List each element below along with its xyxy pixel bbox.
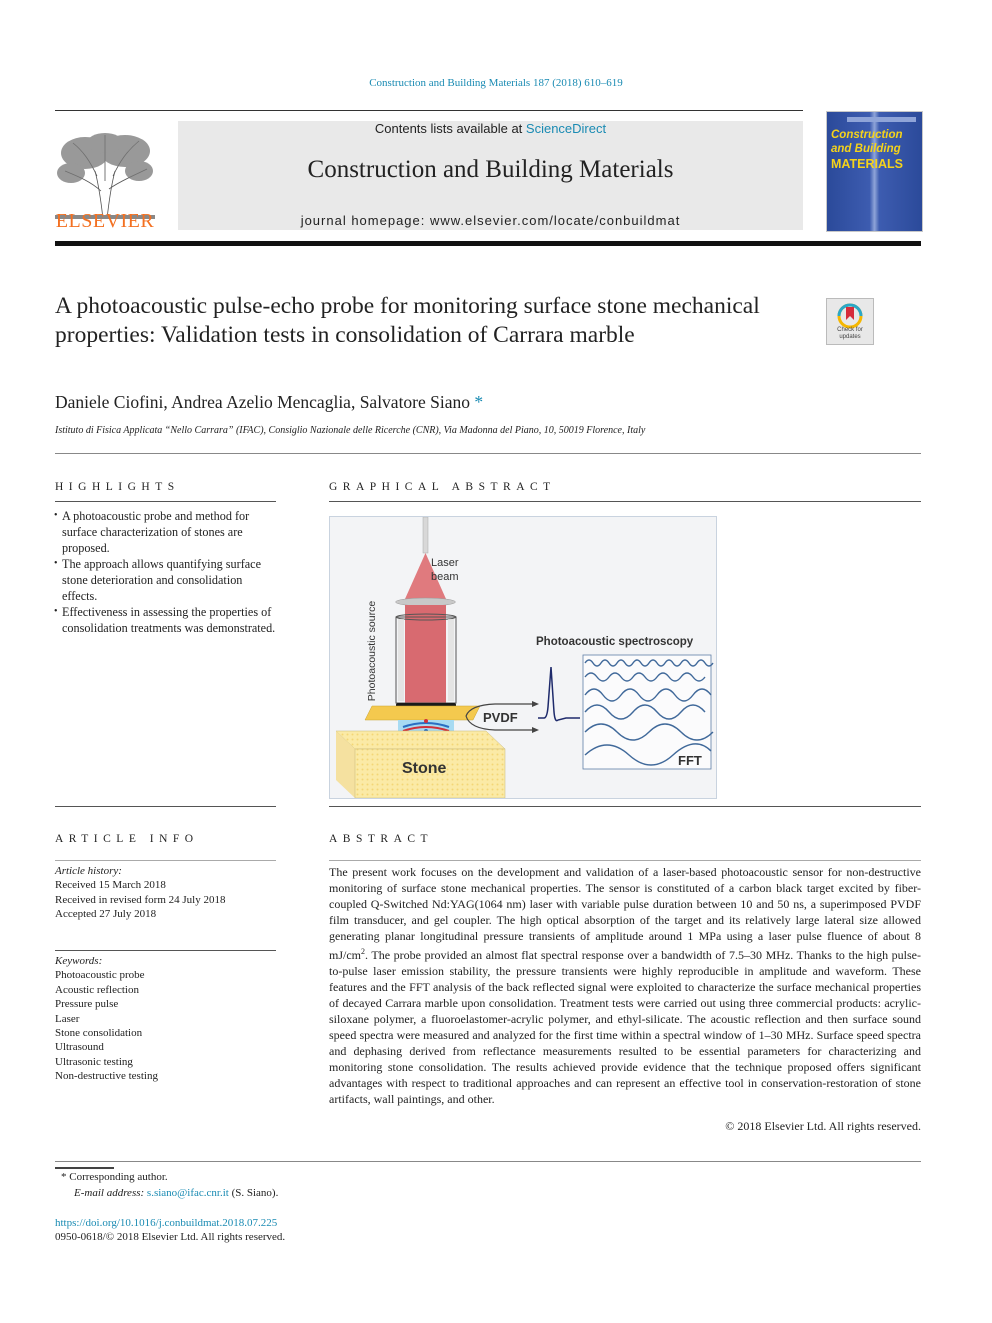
- graphical-abstract-rule: [329, 501, 921, 502]
- laser-beam-label: Laser beam: [431, 556, 459, 584]
- history-received: Received 15 March 2018: [55, 879, 166, 892]
- issn-copyright: 0950-0618/© 2018 Elsevier Ltd. All right…: [55, 1231, 286, 1243]
- photoacoustic-source-label: Photoacoustic source: [366, 600, 378, 702]
- article-info-heading: ARTICLE INFO: [55, 833, 199, 845]
- pvdf-film: [364, 705, 481, 721]
- keyword-item: Non-destructive testing: [55, 1070, 158, 1083]
- keyword-item: Ultrasonic testing: [55, 1055, 133, 1068]
- highlight-item: Effectiveness in assessing the propertie…: [54, 604, 280, 636]
- crossmark-label-line1: Check for: [837, 327, 863, 333]
- keyword-item: Ultrasound: [55, 1041, 104, 1054]
- keyword-item: Stone consolidation: [55, 1027, 143, 1040]
- cover-bar: [847, 117, 916, 122]
- article-history-label: Article history:: [55, 865, 122, 877]
- email-label: E-mail address:: [74, 1187, 145, 1199]
- photoacoustic-spectroscopy-label: Photoacoustic spectroscopy: [536, 636, 694, 648]
- keywords-label: Keywords:: [55, 955, 103, 967]
- authors: Daniele Ciofini, Andrea Azelio Mencaglia…: [55, 392, 483, 413]
- journal-cover-image: Construction and Building MATERIALS: [826, 111, 923, 232]
- laser-beam-label-line1: Laser: [431, 557, 459, 569]
- history-accepted: Accepted 27 July 2018: [55, 908, 157, 921]
- highlights-rule: [55, 501, 276, 502]
- footnote-text: Corresponding author.: [69, 1171, 168, 1183]
- history-revised: Received in revised form 24 July 2018: [55, 893, 226, 906]
- keywords-rule: [55, 950, 276, 951]
- footer-rule: [55, 1161, 921, 1162]
- cover-title-line1: Construction: [831, 129, 903, 141]
- abstract-body: The present work focuses on the developm…: [329, 864, 921, 1107]
- affiliation-rule: [55, 453, 921, 454]
- echo-pulse-waveform: [538, 666, 580, 722]
- spectrum-panel: [582, 654, 712, 770]
- keyword-item: Pressure pulse: [55, 998, 119, 1011]
- highlight-item: A photoacoustic probe and method for sur…: [54, 508, 280, 556]
- stone-top: [335, 730, 506, 750]
- cover-title-line3: MATERIALS: [831, 157, 903, 171]
- graphical-abstract-figure: Laser beam Photoacoustic source PVDF Sto…: [329, 516, 717, 799]
- corresponding-author-note: * Corresponding author.: [61, 1171, 168, 1183]
- footnote-mark: *: [61, 1171, 67, 1183]
- pvdf-label: PVDF: [483, 710, 518, 725]
- graphical-abstract-diagram: [335, 517, 714, 798]
- keyword-item: Photoacoustic probe: [55, 969, 145, 982]
- author-names: Daniele Ciofini, Andrea Azelio Mencaglia…: [55, 392, 471, 412]
- article-info-rule: [55, 860, 276, 861]
- check-for-updates-button[interactable]: Check for updates: [826, 298, 874, 345]
- corresponding-author-mark[interactable]: *: [474, 392, 483, 412]
- article-title: A photoacoustic pulse-echo probe for mon…: [55, 293, 760, 348]
- crossmark-label: Check for updates: [827, 327, 873, 341]
- graphical-abstract-bottom-rule: [329, 806, 921, 807]
- keyword-item: Acoustic reflection: [55, 983, 139, 996]
- article-history: Article history: Received 15 March 2018 …: [55, 864, 225, 922]
- highlights-heading: HIGHLIGHTS: [55, 481, 180, 493]
- optical-fiber: [422, 517, 429, 554]
- journal-citation[interactable]: Construction and Building Materials 187 …: [0, 77, 992, 89]
- email-suffix: (S. Siano).: [231, 1187, 279, 1199]
- laser-beam-label-line2: beam: [431, 571, 459, 583]
- doi-link[interactable]: https://doi.org/10.1016/j.conbuildmat.20…: [55, 1217, 277, 1229]
- abstract-copyright: © 2018 Elsevier Ltd. All rights reserved…: [725, 1119, 921, 1133]
- abstract-rule: [329, 860, 921, 861]
- crossmark-label-line2: updates: [839, 334, 861, 340]
- journal-homepage-link[interactable]: journal homepage: www.elsevier.com/locat…: [178, 213, 803, 228]
- contents-prefix: Contents lists available at: [374, 121, 526, 136]
- highlights-list: A photoacoustic probe and method for sur…: [54, 508, 280, 636]
- footnote-short-rule: [55, 1167, 114, 1169]
- abstract-heading: ABSTRACT: [329, 833, 434, 845]
- header-rule: [55, 110, 803, 111]
- stone-label: Stone: [402, 760, 447, 777]
- email-note: E-mail address: s.siano@ifac.cnr.it (S. …: [74, 1187, 278, 1199]
- keywords-list: Keywords: Photoacoustic probe Acoustic r…: [55, 954, 158, 1084]
- highlights-bottom-rule: [55, 806, 276, 807]
- affiliation: Istituto di Fisica Applicata “Nello Carr…: [55, 425, 646, 436]
- contents-line: Contents lists available at ScienceDirec…: [178, 121, 803, 136]
- fft-label: FFT: [678, 753, 702, 768]
- abstract-text-part2: . The probe provided an almost flat spec…: [329, 948, 921, 1106]
- highlight-item: The approach allows quantifying surface …: [54, 556, 280, 604]
- cover-title-line2: and Building: [831, 143, 901, 155]
- lens: [395, 597, 456, 607]
- email-link[interactable]: s.siano@ifac.cnr.it: [147, 1187, 229, 1199]
- header-thick-rule: [55, 241, 921, 246]
- elsevier-wordmark: ELSEVIER: [55, 210, 155, 232]
- sciencedirect-link[interactable]: ScienceDirect: [526, 121, 606, 136]
- journal-name: Construction and Building Materials: [307, 156, 674, 183]
- graphical-abstract-heading: GRAPHICAL ABSTRACT: [329, 481, 556, 493]
- keyword-item: Laser: [55, 1012, 80, 1025]
